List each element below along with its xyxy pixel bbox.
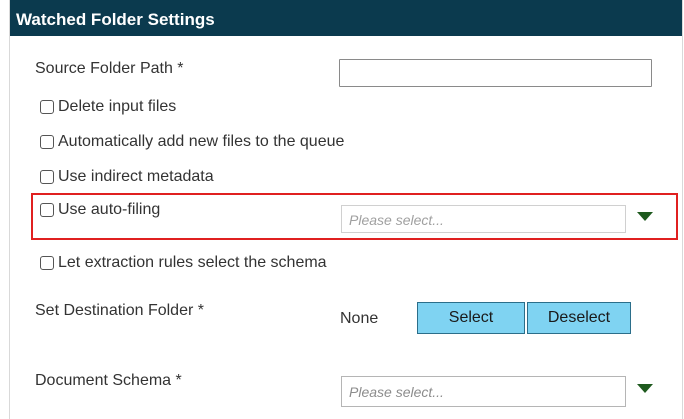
auto-add-files-option[interactable]: Automatically add new files to the queue (40, 133, 344, 151)
destination-folder-label: Set Destination Folder * (35, 302, 204, 319)
document-schema-label: Document Schema * (35, 372, 182, 389)
destination-folder-value: None (340, 310, 379, 327)
indirect-metadata-label: Use indirect metadata (58, 168, 214, 185)
indirect-metadata-checkbox[interactable] (40, 170, 54, 184)
extraction-rules-option[interactable]: Let extraction rules select the schema (40, 254, 327, 272)
auto-filing-option[interactable]: Use auto-filing (40, 201, 160, 219)
auto-add-files-checkbox[interactable] (40, 135, 54, 149)
select-button[interactable]: Select (417, 302, 525, 334)
deselect-button[interactable]: Deselect (527, 302, 631, 334)
extraction-rules-label: Let extraction rules select the schema (58, 254, 327, 271)
source-folder-path-input[interactable] (339, 59, 652, 87)
delete-input-files-option[interactable]: Delete input files (40, 98, 176, 116)
delete-input-files-label: Delete input files (58, 98, 177, 115)
auto-filing-checkbox[interactable] (40, 203, 54, 217)
indirect-metadata-option[interactable]: Use indirect metadata (40, 168, 214, 186)
extraction-rules-checkbox[interactable] (40, 256, 54, 270)
auto-filing-select[interactable]: Please select... (341, 205, 626, 233)
watched-folder-settings-panel: Watched Folder Settings Source Folder Pa… (9, 0, 683, 419)
document-schema-select[interactable]: Please select... (341, 376, 626, 407)
auto-add-files-label: Automatically add new files to the queue (58, 133, 345, 150)
document-schema-chevron-down-icon[interactable] (637, 384, 653, 393)
auto-filing-label: Use auto-filing (58, 201, 161, 218)
source-folder-path-label: Source Folder Path * (35, 60, 184, 77)
delete-input-files-checkbox[interactable] (40, 100, 54, 114)
auto-filing-chevron-down-icon[interactable] (637, 212, 653, 221)
panel-title: Watched Folder Settings (10, 0, 682, 36)
